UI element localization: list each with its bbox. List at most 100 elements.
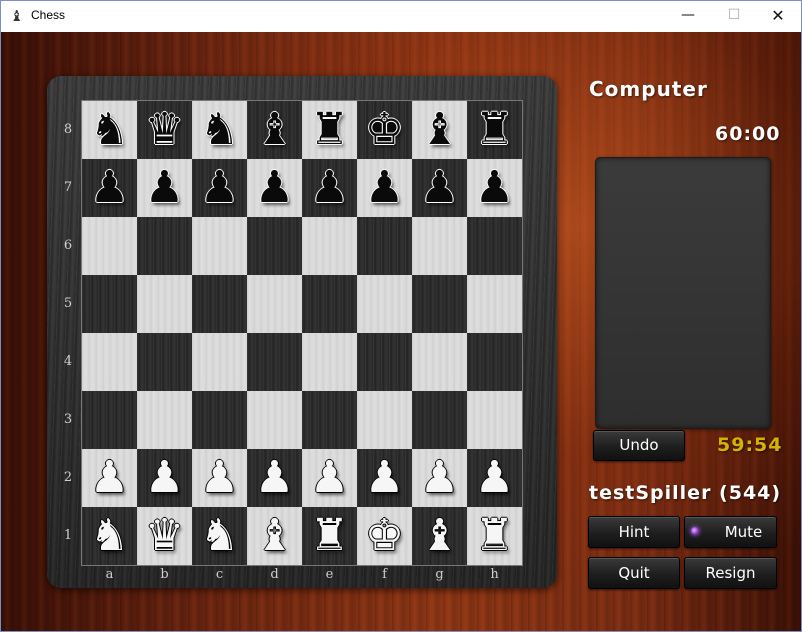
board-square-f7[interactable]: ♟: [357, 159, 412, 217]
chess-piece[interactable]: ♜: [310, 514, 349, 558]
chess-piece[interactable]: ♝: [420, 514, 459, 558]
hint-button[interactable]: Hint: [588, 516, 680, 548]
undo-button[interactable]: Undo: [593, 430, 685, 461]
board-square-c4[interactable]: [192, 333, 247, 391]
chess-piece[interactable]: ♚: [365, 108, 404, 152]
board-square-c6[interactable]: [192, 217, 247, 275]
board-square-h5[interactable]: [467, 275, 522, 333]
board-square-a1[interactable]: ♞: [82, 507, 137, 565]
board-square-b4[interactable]: [137, 333, 192, 391]
board-square-f1[interactable]: ♚: [357, 507, 412, 565]
board-square-e8[interactable]: ♜: [302, 101, 357, 159]
chess-piece[interactable]: ♟: [475, 166, 514, 210]
chess-piece[interactable]: ♟: [255, 166, 294, 210]
board-square-d7[interactable]: ♟: [247, 159, 302, 217]
chess-piece[interactable]: ♚: [365, 514, 404, 558]
board-square-b2[interactable]: ♟: [137, 449, 192, 507]
quit-button[interactable]: Quit: [588, 557, 680, 589]
board-square-h6[interactable]: [467, 217, 522, 275]
board-square-h2[interactable]: ♟: [467, 449, 522, 507]
chess-piece[interactable]: ♟: [255, 456, 294, 500]
board-square-g5[interactable]: [412, 275, 467, 333]
move-list-panel[interactable]: [595, 157, 771, 429]
board-square-e5[interactable]: [302, 275, 357, 333]
board-square-h8[interactable]: ♜: [467, 101, 522, 159]
board-square-e1[interactable]: ♜: [302, 507, 357, 565]
board-square-d5[interactable]: [247, 275, 302, 333]
board-square-g1[interactable]: ♝: [412, 507, 467, 565]
board-square-g3[interactable]: [412, 391, 467, 449]
chess-piece[interactable]: ♟: [90, 456, 129, 500]
chess-piece[interactable]: ♞: [90, 108, 129, 152]
board-square-h7[interactable]: ♟: [467, 159, 522, 217]
board-square-d6[interactable]: [247, 217, 302, 275]
board-square-f8[interactable]: ♚: [357, 101, 412, 159]
board-square-f5[interactable]: [357, 275, 412, 333]
board-square-b8[interactable]: ♛: [137, 101, 192, 159]
board-square-d1[interactable]: ♝: [247, 507, 302, 565]
board-square-a8[interactable]: ♞: [82, 101, 137, 159]
chess-piece[interactable]: ♟: [200, 166, 239, 210]
chess-piece[interactable]: ♜: [475, 514, 514, 558]
board-square-e6[interactable]: [302, 217, 357, 275]
board-square-g7[interactable]: ♟: [412, 159, 467, 217]
chess-piece[interactable]: ♟: [200, 456, 239, 500]
mute-toggle[interactable]: Mute: [684, 516, 777, 548]
chess-piece[interactable]: ♜: [310, 108, 349, 152]
chess-piece[interactable]: ♛: [145, 514, 184, 558]
board-square-e2[interactable]: ♟: [302, 449, 357, 507]
board-square-h4[interactable]: [467, 333, 522, 391]
chess-piece[interactable]: ♟: [145, 456, 184, 500]
chess-piece[interactable]: ♟: [365, 166, 404, 210]
board-square-g2[interactable]: ♟: [412, 449, 467, 507]
chess-piece[interactable]: ♟: [145, 166, 184, 210]
chess-piece[interactable]: ♟: [365, 456, 404, 500]
chess-piece[interactable]: ♝: [255, 514, 294, 558]
board-square-b7[interactable]: ♟: [137, 159, 192, 217]
close-button[interactable]: ✕: [755, 1, 801, 32]
board-square-f4[interactable]: [357, 333, 412, 391]
board-square-h3[interactable]: [467, 391, 522, 449]
board-square-a3[interactable]: [82, 391, 137, 449]
board-square-a6[interactable]: [82, 217, 137, 275]
chess-piece[interactable]: ♞: [200, 108, 239, 152]
maximize-button[interactable]: ☐: [711, 1, 757, 32]
chess-piece[interactable]: ♝: [255, 108, 294, 152]
board-square-c2[interactable]: ♟: [192, 449, 247, 507]
board-square-a7[interactable]: ♟: [82, 159, 137, 217]
chess-piece[interactable]: ♟: [310, 456, 349, 500]
board-square-d8[interactable]: ♝: [247, 101, 302, 159]
board-square-b1[interactable]: ♛: [137, 507, 192, 565]
board-square-a4[interactable]: [82, 333, 137, 391]
board-square-a2[interactable]: ♟: [82, 449, 137, 507]
minimize-button[interactable]: —: [665, 1, 711, 32]
chess-piece[interactable]: ♟: [420, 456, 459, 500]
chess-piece[interactable]: ♟: [90, 166, 129, 210]
board-square-g8[interactable]: ♝: [412, 101, 467, 159]
resign-button[interactable]: Resign: [684, 557, 777, 589]
board-square-e3[interactable]: [302, 391, 357, 449]
board-square-c1[interactable]: ♞: [192, 507, 247, 565]
board-square-d4[interactable]: [247, 333, 302, 391]
chess-piece[interactable]: ♜: [475, 108, 514, 152]
chess-piece[interactable]: ♝: [420, 108, 459, 152]
mute-radio-icon[interactable]: [691, 527, 699, 535]
board-square-f2[interactable]: ♟: [357, 449, 412, 507]
board-square-c3[interactable]: [192, 391, 247, 449]
board-square-c7[interactable]: ♟: [192, 159, 247, 217]
chess-piece[interactable]: ♟: [475, 456, 514, 500]
board-square-e7[interactable]: ♟: [302, 159, 357, 217]
chess-piece[interactable]: ♛: [145, 108, 184, 152]
board-square-c8[interactable]: ♞: [192, 101, 247, 159]
board-square-b6[interactable]: [137, 217, 192, 275]
board-square-d3[interactable]: [247, 391, 302, 449]
board-square-g6[interactable]: [412, 217, 467, 275]
board-square-e4[interactable]: [302, 333, 357, 391]
chess-piece[interactable]: ♟: [310, 166, 349, 210]
chess-piece[interactable]: ♟: [420, 166, 459, 210]
board-square-h1[interactable]: ♜: [467, 507, 522, 565]
board-square-g4[interactable]: [412, 333, 467, 391]
chess-piece[interactable]: ♞: [90, 514, 129, 558]
board-square-b5[interactable]: [137, 275, 192, 333]
board-square-b3[interactable]: [137, 391, 192, 449]
